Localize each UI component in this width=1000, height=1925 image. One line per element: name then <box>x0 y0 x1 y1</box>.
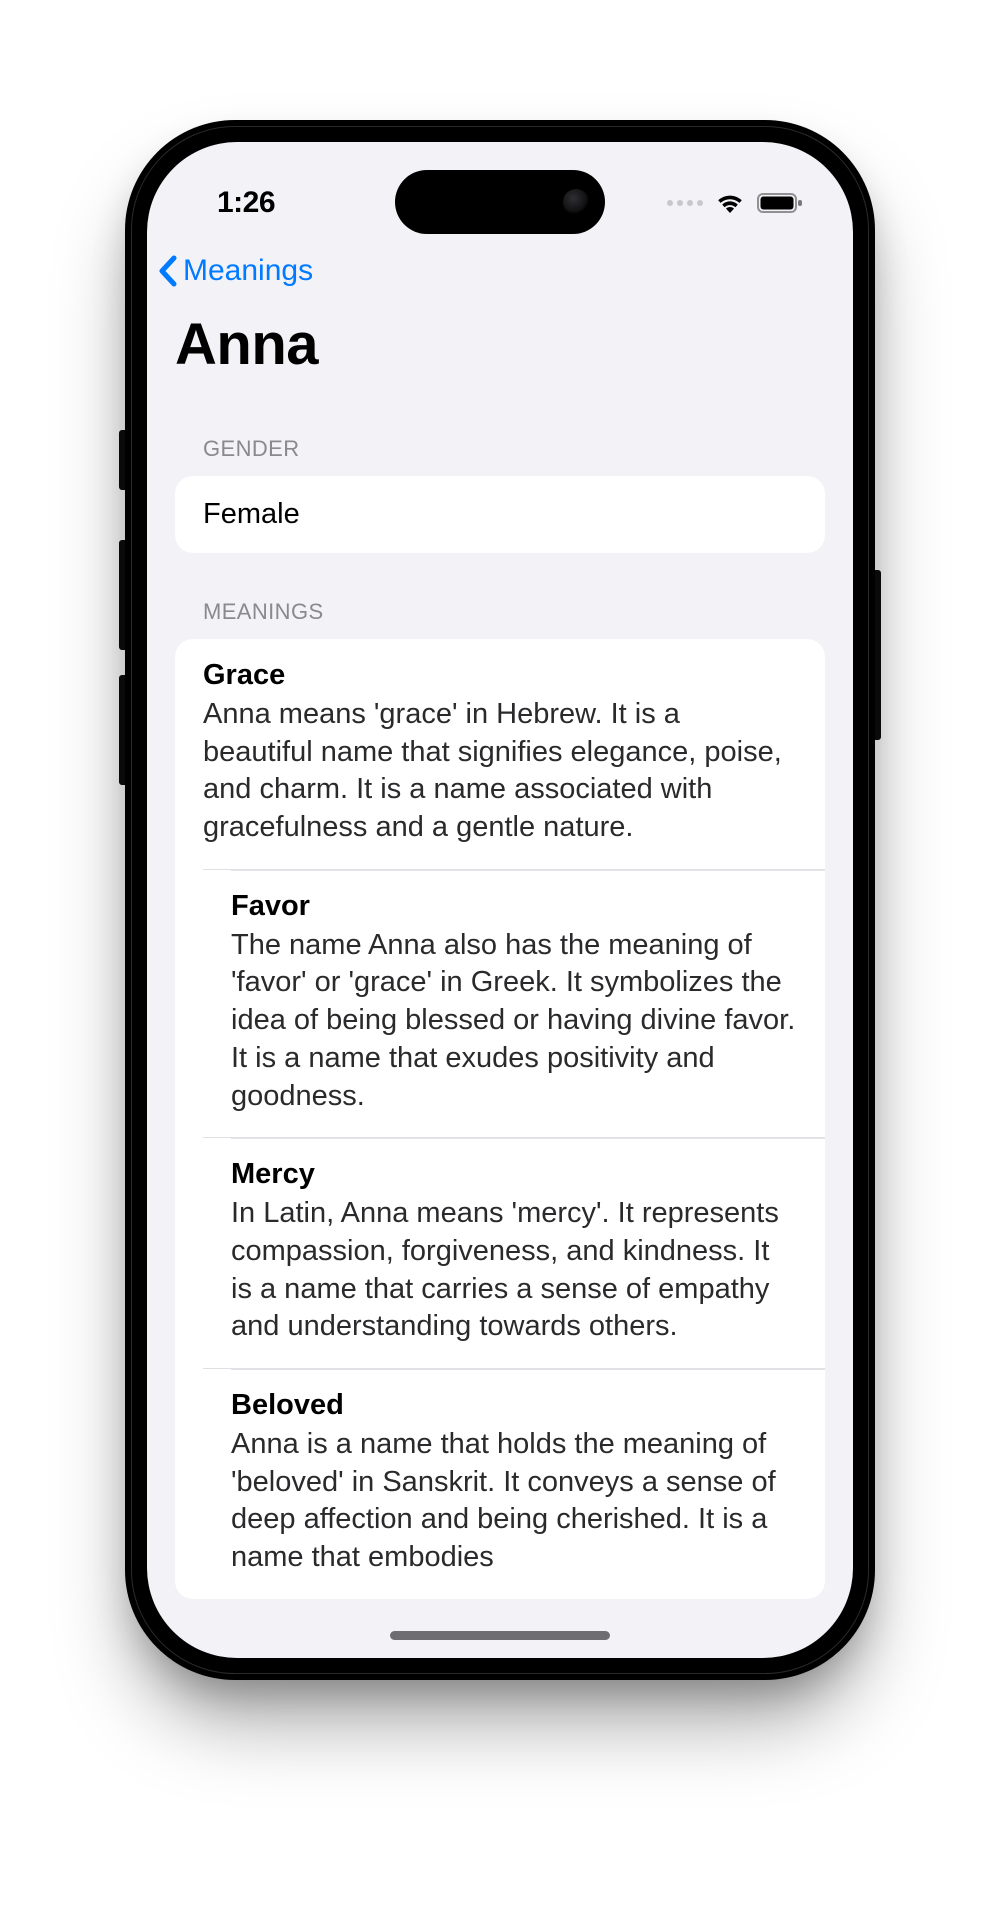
meaning-body: In Latin, Anna means 'mercy'. It represe… <box>231 1195 797 1346</box>
volume-down-button <box>119 675 125 785</box>
phone-frame: 1:26 <box>125 120 875 1680</box>
chevron-left-icon <box>157 254 179 288</box>
section-header-gender: GENDER <box>147 390 853 476</box>
section-header-meanings: MEANINGS <box>147 553 853 639</box>
meaning-item: Favor The name Anna also has the meaning… <box>203 869 825 1137</box>
meaning-item: Grace Anna means 'grace' in Hebrew. It i… <box>175 639 825 869</box>
meaning-body: Anna is a name that holds the meaning of… <box>231 1426 797 1577</box>
home-indicator[interactable] <box>390 1631 610 1640</box>
back-button[interactable]: Meanings <box>157 254 313 288</box>
meaning-title: Favor <box>231 890 797 923</box>
meaning-item: Beloved Anna is a name that holds the me… <box>203 1368 825 1599</box>
meaning-title: Beloved <box>231 1389 797 1422</box>
meaning-title: Mercy <box>231 1158 797 1191</box>
back-label: Meanings <box>183 254 313 288</box>
meaning-body: The name Anna also has the meaning of 'f… <box>231 927 797 1115</box>
nav-bar: Meanings <box>147 242 853 301</box>
status-indicators <box>667 192 803 214</box>
dynamic-island <box>395 170 605 234</box>
page-title: Anna <box>147 301 853 390</box>
battery-icon <box>757 192 803 214</box>
content-scroll[interactable]: Meanings Anna GENDER Female MEANINGS Gra… <box>147 142 853 1658</box>
meanings-card: Grace Anna means 'grace' in Hebrew. It i… <box>175 639 825 1599</box>
status-time: 1:26 <box>217 186 275 220</box>
screen: 1:26 <box>147 142 853 1658</box>
meaning-item: Mercy In Latin, Anna means 'mercy'. It r… <box>203 1137 825 1368</box>
gender-card: Female <box>175 476 825 553</box>
volume-up-button <box>119 540 125 650</box>
mute-switch <box>119 430 125 490</box>
front-camera <box>563 189 589 215</box>
gender-value: Female <box>175 476 825 553</box>
power-button <box>875 570 881 740</box>
cellular-icon <box>667 200 703 206</box>
meaning-body: Anna means 'grace' in Hebrew. It is a be… <box>203 696 797 847</box>
meaning-title: Grace <box>203 659 797 692</box>
wifi-icon <box>715 192 745 214</box>
